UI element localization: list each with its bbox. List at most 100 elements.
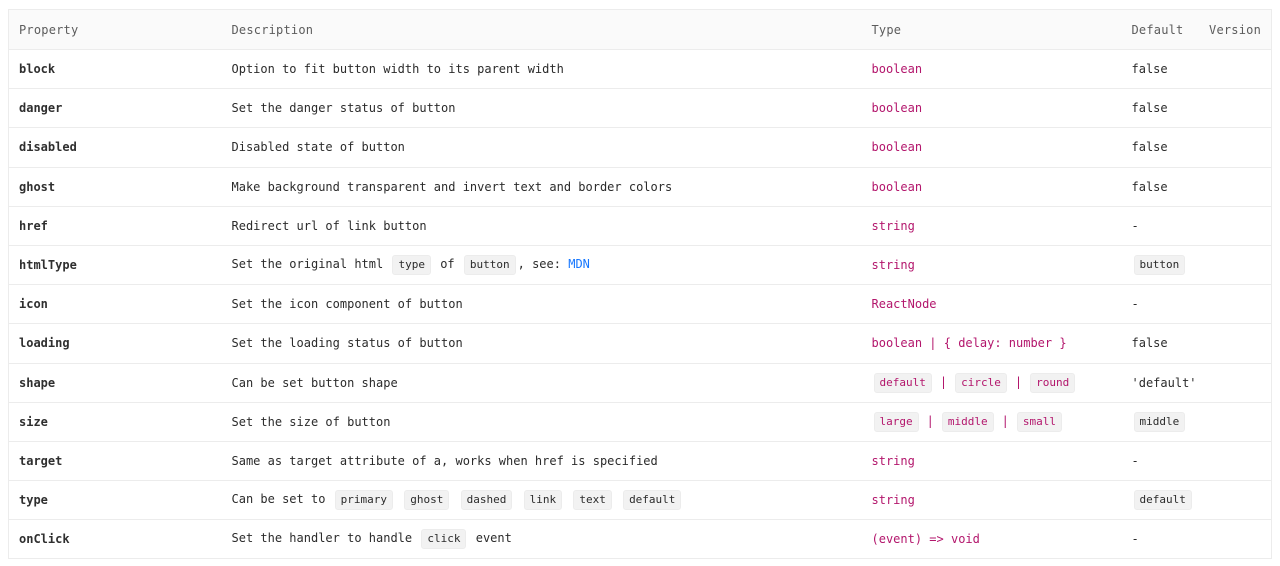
description: Disabled state of button (221, 127, 862, 168)
type-value: boolean (861, 167, 1122, 207)
type-value: ReactNode (861, 284, 1122, 325)
default-value: false (1121, 49, 1202, 90)
header-description: Description (221, 9, 862, 50)
table-row: loading Set the loading status of button… (8, 323, 1272, 364)
property-name: loading (8, 323, 222, 364)
property-name: onClick (8, 519, 222, 560)
header-default: Default (1121, 9, 1202, 50)
version-value (1201, 363, 1272, 403)
description: Option to fit button width to its parent… (221, 49, 862, 90)
description: Can be set to primary ghost dashed link … (221, 480, 862, 521)
version-value (1201, 519, 1272, 560)
default-value: - (1121, 206, 1202, 246)
type-value: string (861, 480, 1122, 521)
type-value: default | circle | round (861, 363, 1122, 403)
table-row: href Redirect url of link button string … (8, 206, 1272, 246)
type-separator: | (1001, 413, 1009, 428)
description-text: event (475, 531, 512, 546)
table-row: htmlType Set the original html type of b… (8, 245, 1272, 286)
inline-code: dashed (460, 490, 513, 511)
type-separator: | (926, 413, 934, 428)
type-separator: | (939, 374, 948, 389)
property-name: htmlType (8, 245, 222, 286)
description: Set the size of button (221, 402, 862, 442)
inline-code: button (463, 255, 516, 276)
header-property: Property (8, 9, 222, 50)
header-type: Type (861, 9, 1122, 50)
type-value: large | middle | small (861, 402, 1122, 442)
type-code: middle (941, 411, 994, 432)
type-code: default (873, 372, 932, 393)
description: Make background transparent and invert t… (221, 167, 862, 207)
api-table-container: Property Description Type Default Versio… (8, 9, 1272, 560)
type-separator: | (1014, 374, 1023, 389)
description-text: , see: (517, 257, 561, 272)
property-name: icon (8, 284, 222, 325)
type-code: small (1016, 411, 1062, 432)
table-row: disabled Disabled state of button boolea… (8, 127, 1272, 168)
inline-code: link (523, 490, 563, 511)
version-value (1201, 127, 1272, 168)
type-value: boolean | { delay: number } (861, 323, 1122, 364)
version-value (1201, 206, 1272, 246)
version-value (1201, 441, 1272, 482)
inline-code: default (623, 490, 682, 511)
table-row: danger Set the danger status of button b… (8, 88, 1272, 129)
property-name: disabled (8, 127, 222, 168)
description: Set the original html type of button, se… (221, 245, 862, 286)
table-row: type Can be set to primary ghost dashed … (8, 480, 1272, 521)
description: Redirect url of link button (221, 206, 862, 246)
version-value (1201, 167, 1272, 207)
default-value: - (1121, 284, 1202, 325)
property-name: target (8, 441, 222, 482)
property-name: shape (8, 363, 222, 403)
property-name: block (8, 49, 222, 90)
default-value: false (1121, 323, 1202, 364)
inline-code: ghost (404, 490, 450, 511)
table-row: block Option to fit button width to its … (8, 49, 1272, 90)
type-value: string (861, 441, 1122, 482)
property-name: ghost (8, 167, 222, 207)
property-name: size (8, 402, 222, 442)
table-row: shape Can be set button shape default | ci… (8, 363, 1272, 403)
version-value (1201, 88, 1272, 129)
mdn-link[interactable]: MDN (568, 257, 590, 271)
version-value (1201, 49, 1272, 90)
default-value: 'default' (1121, 363, 1202, 403)
description-text: Can be set to (231, 492, 326, 507)
default-value: button (1121, 245, 1202, 286)
version-value (1201, 480, 1272, 521)
version-value (1201, 245, 1272, 286)
description: Set the icon component of button (221, 284, 862, 325)
description-text: of (440, 257, 455, 272)
inline-code: type (392, 255, 431, 276)
type-code: round (1030, 372, 1076, 393)
table-row: icon Set the icon component of button Re… (8, 284, 1272, 325)
default-value: false (1121, 88, 1202, 129)
header-version: Version (1201, 9, 1272, 50)
type-value: string (861, 206, 1122, 246)
description: Same as target attribute of a, works whe… (221, 441, 862, 482)
description-text: Set the original html (231, 257, 384, 272)
description: Set the handler to handle click event (221, 519, 862, 560)
type-value: boolean (861, 88, 1122, 129)
table-row: size Set the size of button large | middle… (8, 402, 1272, 442)
type-value: string (861, 245, 1122, 286)
type-value: boolean (861, 49, 1122, 90)
table-row: onClick Set the handler to handle click … (8, 519, 1272, 560)
property-name: danger (8, 88, 222, 129)
type-value: (event) => void (861, 519, 1122, 560)
inline-code: click (421, 529, 467, 550)
property-name: href (8, 206, 222, 246)
description: Can be set button shape (221, 363, 862, 403)
description-text: Set the handler to handle (231, 531, 413, 546)
inline-code: text (573, 490, 612, 511)
api-table: Property Description Type Default Versio… (8, 9, 1272, 560)
default-code: default (1133, 490, 1192, 511)
description: Set the loading status of button (221, 323, 862, 364)
default-value: false (1121, 127, 1202, 168)
table-header-row: Property Description Type Default Versio… (8, 9, 1272, 50)
type-value: boolean (861, 127, 1122, 168)
default-value: false (1121, 167, 1202, 207)
version-value (1201, 284, 1272, 325)
